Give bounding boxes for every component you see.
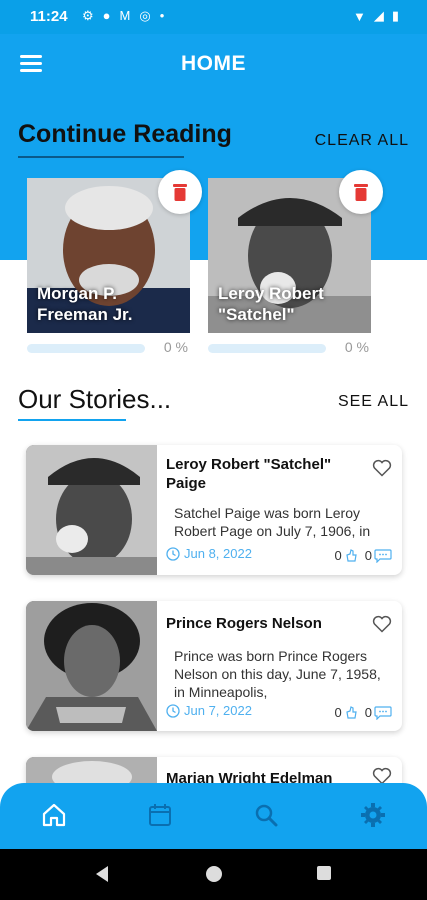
reading-card[interactable]: Leroy Robert "Satchel" 0 % — [208, 170, 383, 359]
delete-button[interactable] — [158, 170, 202, 214]
our-stories-title: Our Stories... — [18, 384, 172, 414]
delete-button[interactable] — [339, 170, 383, 214]
portrait-image — [26, 601, 157, 731]
nav-calendar[interactable] — [140, 795, 180, 835]
mail-status-icon: M — [119, 8, 131, 23]
story-stats: 0 0 — [335, 548, 392, 563]
app-screen: 11:24 ⚙ ● M ◎ • ▼ ◢ ▮ HOME Continue Read… — [0, 0, 427, 900]
story-date: Jun 8, 2022 — [166, 546, 252, 561]
home-system-icon[interactable] — [205, 865, 223, 883]
comment-icon — [374, 705, 392, 720]
clock-icon — [166, 703, 180, 718]
comments-button[interactable]: 0 — [365, 705, 392, 720]
story-card[interactable]: Leroy Robert "Satchel" Paige Satchel Pai… — [26, 445, 402, 575]
bottom-navigation — [0, 783, 427, 849]
heart-icon — [372, 615, 392, 633]
continue-reading-title: Continue Reading — [18, 120, 232, 148]
settings-status-icon: ⚙ — [82, 8, 94, 23]
nav-search[interactable] — [246, 795, 286, 835]
story-date-text: Jun 8, 2022 — [184, 546, 252, 561]
calendar-icon — [149, 804, 171, 826]
system-navigation-bar — [0, 849, 427, 900]
story-photo — [26, 601, 157, 731]
notification-icons: ⚙ ● M ◎ • — [82, 8, 164, 24]
story-date: Jun 7, 2022 — [166, 703, 252, 718]
recents-icon[interactable] — [316, 865, 332, 881]
clear-all-button[interactable]: CLEAR ALL — [315, 132, 409, 150]
gear-icon — [361, 803, 385, 827]
likes-button[interactable]: 0 — [335, 548, 359, 563]
story-date-text: Jun 7, 2022 — [184, 703, 252, 718]
dot-status-icon: • — [159, 8, 165, 23]
story-excerpt: Prince was born Prince Rogers Nelson on … — [174, 648, 381, 700]
see-all-button[interactable]: SEE ALL — [338, 393, 409, 411]
portrait-image — [26, 445, 157, 575]
progress-bar — [208, 344, 326, 353]
sync-status-icon: ◎ — [139, 8, 151, 23]
nav-settings[interactable] — [353, 795, 393, 835]
status-time: 11:24 — [30, 8, 68, 25]
heart-icon — [372, 459, 392, 477]
status-bar: 11:24 ⚙ ● M ◎ • ▼ ◢ ▮ — [0, 0, 427, 34]
story-stats: 0 0 — [335, 705, 392, 720]
home-icon — [42, 803, 66, 827]
likes-count: 0 — [334, 705, 342, 720]
signal-icon: ◢ — [373, 8, 384, 23]
search-icon — [255, 804, 278, 827]
wifi-icon: ▼ — [352, 8, 366, 24]
battery-icon: ▮ — [391, 8, 399, 23]
likes-count: 0 — [334, 548, 342, 563]
circle-status-icon: ● — [102, 8, 111, 23]
comments-button[interactable]: 0 — [365, 548, 392, 563]
nav-home[interactable] — [34, 795, 74, 835]
system-status-icons: ▼ ◢ ▮ — [353, 8, 399, 24]
progress-text: 0 % — [344, 339, 369, 355]
reading-card-name: Morgan P. Freeman Jr. — [37, 284, 133, 324]
comments-count: 0 — [364, 705, 372, 720]
progress-bar — [27, 344, 145, 353]
story-card[interactable]: Prince Rogers Nelson Prince was born Pri… — [26, 601, 402, 731]
comment-icon — [374, 548, 392, 563]
app-header: HOME — [0, 34, 427, 94]
reading-progress: 0 % — [27, 337, 190, 359]
favorite-button[interactable] — [372, 615, 392, 638]
trash-icon — [173, 184, 187, 201]
reading-card[interactable]: Morgan P. Freeman Jr. 0 % — [27, 170, 202, 359]
clap-icon — [346, 706, 357, 719]
story-title: Prince Rogers Nelson — [166, 615, 322, 632]
likes-button[interactable]: 0 — [335, 705, 359, 720]
story-excerpt: Satchel Paige was born Leroy Robert Page… — [174, 505, 371, 539]
clap-icon — [346, 549, 357, 562]
story-title: Leroy Robert "Satchel" Paige — [166, 456, 332, 492]
page-title: HOME — [181, 52, 246, 75]
story-photo — [26, 445, 157, 575]
clock-icon — [166, 546, 180, 561]
trash-icon — [354, 184, 368, 201]
our-stories-underline — [18, 419, 126, 421]
comments-count: 0 — [364, 548, 372, 563]
reading-progress: 0 % — [208, 337, 371, 359]
progress-text: 0 % — [163, 339, 188, 355]
back-icon[interactable] — [94, 865, 110, 883]
continue-reading-underline — [18, 156, 184, 158]
favorite-button[interactable] — [372, 459, 392, 482]
reading-card-name: Leroy Robert "Satchel" — [218, 284, 324, 324]
